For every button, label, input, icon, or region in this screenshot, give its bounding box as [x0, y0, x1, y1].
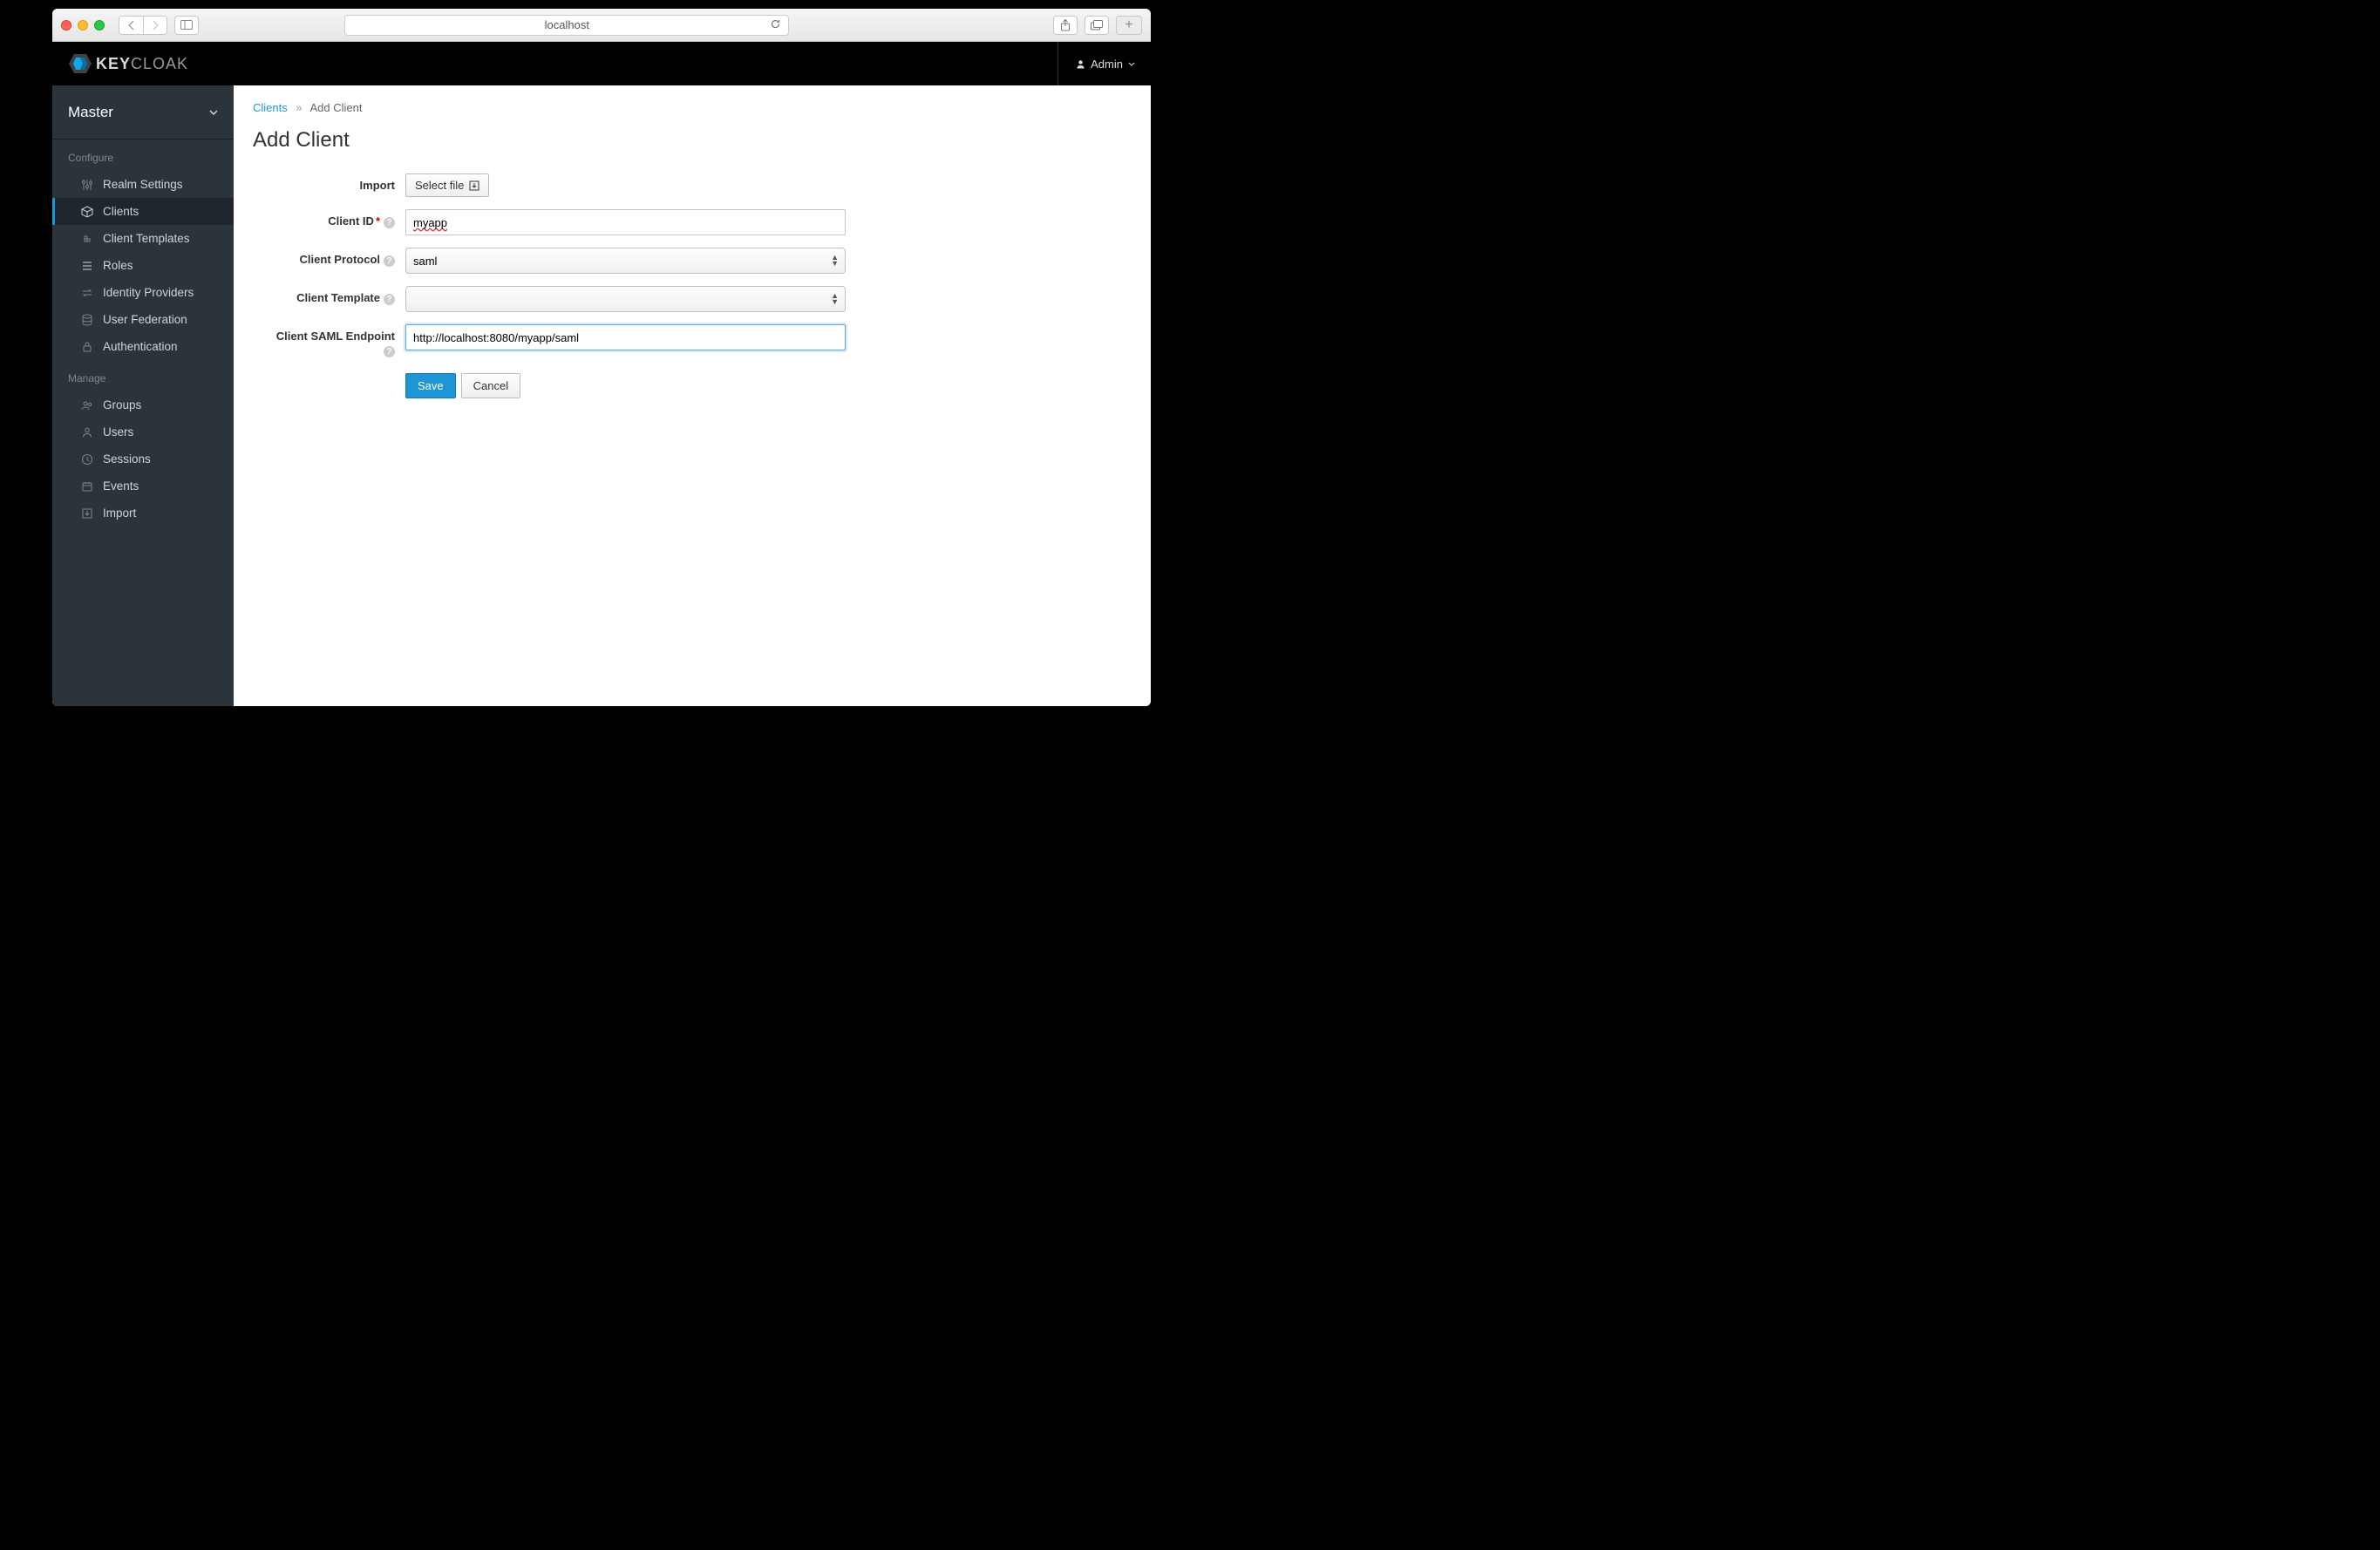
client-id-label: Client ID*? — [253, 209, 405, 228]
client-protocol-label: Client Protocol? — [253, 248, 405, 267]
logo-icon — [68, 51, 92, 76]
help-icon[interactable]: ? — [384, 346, 395, 357]
address-bar[interactable]: localhost — [344, 15, 789, 36]
import-label: Import — [253, 173, 405, 192]
sidebar-item-label: Roles — [103, 259, 133, 272]
nav-buttons — [119, 16, 167, 35]
sidebar-item-label: Users — [103, 425, 133, 438]
sidebar-item-user-federation[interactable]: User Federation — [52, 306, 234, 333]
window-controls — [61, 20, 105, 31]
help-icon[interactable]: ? — [384, 217, 395, 228]
breadcrumb-clients[interactable]: Clients — [253, 101, 288, 114]
sidebar-item-label: Realm Settings — [103, 178, 183, 191]
sidebar-item-clients[interactable]: Clients — [52, 198, 234, 225]
sidebar-item-import[interactable]: Import — [52, 500, 234, 527]
select-file-button[interactable]: Select file — [405, 173, 489, 197]
clock-icon — [80, 453, 94, 466]
client-template-select[interactable] — [405, 286, 846, 312]
database-icon — [80, 314, 94, 326]
cube-icon — [80, 206, 94, 218]
sidebar-item-label: Clients — [103, 205, 139, 218]
client-protocol-value: saml — [413, 255, 437, 268]
client-protocol-select[interactable]: saml — [405, 248, 846, 274]
add-client-form: Import Select file Client ID*? — [253, 173, 846, 398]
maximize-window-icon[interactable] — [94, 20, 105, 31]
sidebar: Master Configure Realm Settings Clients … — [52, 85, 234, 706]
sidebar-toggle-button[interactable] — [174, 16, 199, 35]
realm-name: Master — [68, 104, 113, 121]
list-icon — [80, 260, 94, 272]
tabs-button[interactable] — [1085, 16, 1109, 35]
minimize-window-icon[interactable] — [78, 20, 88, 31]
browser-chrome: localhost + — [52, 9, 1151, 42]
content: Clients » Add Client Add Client Import S… — [234, 85, 1151, 706]
logo-text: KEYCLOAK — [96, 55, 188, 73]
topbar: KEYCLOAK Admin — [52, 42, 1151, 85]
section-configure: Configure — [52, 139, 234, 171]
calendar-icon — [80, 480, 94, 493]
select-file-label: Select file — [415, 179, 464, 192]
client-id-input[interactable]: myapp — [405, 209, 846, 235]
sidebar-item-label: User Federation — [103, 313, 187, 326]
logo[interactable]: KEYCLOAK — [68, 51, 188, 76]
sidebar-item-label: Authentication — [103, 340, 178, 353]
sidebar-item-authentication[interactable]: Authentication — [52, 333, 234, 360]
client-id-value: myapp — [413, 216, 447, 229]
save-button[interactable]: Save — [405, 373, 456, 398]
chevron-down-icon — [1128, 62, 1135, 66]
sidebar-item-groups[interactable]: Groups — [52, 391, 234, 418]
breadcrumb-sep: » — [296, 101, 302, 114]
help-icon[interactable]: ? — [384, 294, 395, 305]
forward-button[interactable] — [143, 16, 167, 35]
breadcrumb-current: Add Client — [310, 101, 363, 114]
import-icon — [80, 507, 94, 520]
address-text: localhost — [545, 18, 589, 31]
sidebar-item-sessions[interactable]: Sessions — [52, 445, 234, 472]
sidebar-item-label: Events — [103, 479, 139, 493]
new-tab-button[interactable]: + — [1116, 16, 1142, 35]
reload-icon[interactable] — [770, 18, 781, 32]
sidebar-item-label: Client Templates — [103, 232, 190, 245]
cubes-icon — [80, 233, 94, 245]
page-title: Add Client — [253, 128, 1132, 153]
user-menu[interactable]: Admin — [1057, 42, 1135, 85]
sidebar-item-users[interactable]: Users — [52, 418, 234, 445]
sidebar-item-identity-providers[interactable]: Identity Providers — [52, 279, 234, 306]
user-icon — [1076, 59, 1085, 69]
help-icon[interactable]: ? — [384, 255, 395, 267]
client-saml-endpoint-label: Client SAML Endpoint? — [253, 324, 405, 357]
sidebar-item-events[interactable]: Events — [52, 472, 234, 500]
section-manage: Manage — [52, 360, 234, 391]
share-button[interactable] — [1053, 16, 1078, 35]
group-icon — [80, 399, 94, 411]
sliders-icon — [80, 179, 94, 191]
import-icon — [469, 180, 479, 191]
sidebar-item-roles[interactable]: Roles — [52, 252, 234, 279]
user-icon — [80, 426, 94, 438]
exchange-icon — [80, 287, 94, 299]
close-window-icon[interactable] — [61, 20, 71, 31]
browser-window: localhost + — [52, 9, 1151, 706]
chevron-down-icon — [209, 110, 218, 115]
app-root: KEYCLOAK Admin Master Configure Realm Se… — [52, 42, 1151, 706]
client-template-label: Client Template? — [253, 286, 405, 305]
back-button[interactable] — [119, 16, 143, 35]
sidebar-item-label: Groups — [103, 398, 141, 411]
sidebar-item-label: Sessions — [103, 452, 151, 466]
sidebar-item-client-templates[interactable]: Client Templates — [52, 225, 234, 252]
sidebar-item-realm-settings[interactable]: Realm Settings — [52, 171, 234, 198]
cancel-button[interactable]: Cancel — [461, 373, 520, 398]
realm-selector[interactable]: Master — [52, 85, 234, 139]
sidebar-item-label: Import — [103, 506, 136, 520]
client-saml-endpoint-input[interactable] — [405, 324, 846, 350]
lock-icon — [80, 341, 94, 353]
sidebar-item-label: Identity Providers — [103, 286, 194, 299]
breadcrumb: Clients » Add Client — [253, 101, 1132, 114]
user-label: Admin — [1091, 58, 1123, 71]
